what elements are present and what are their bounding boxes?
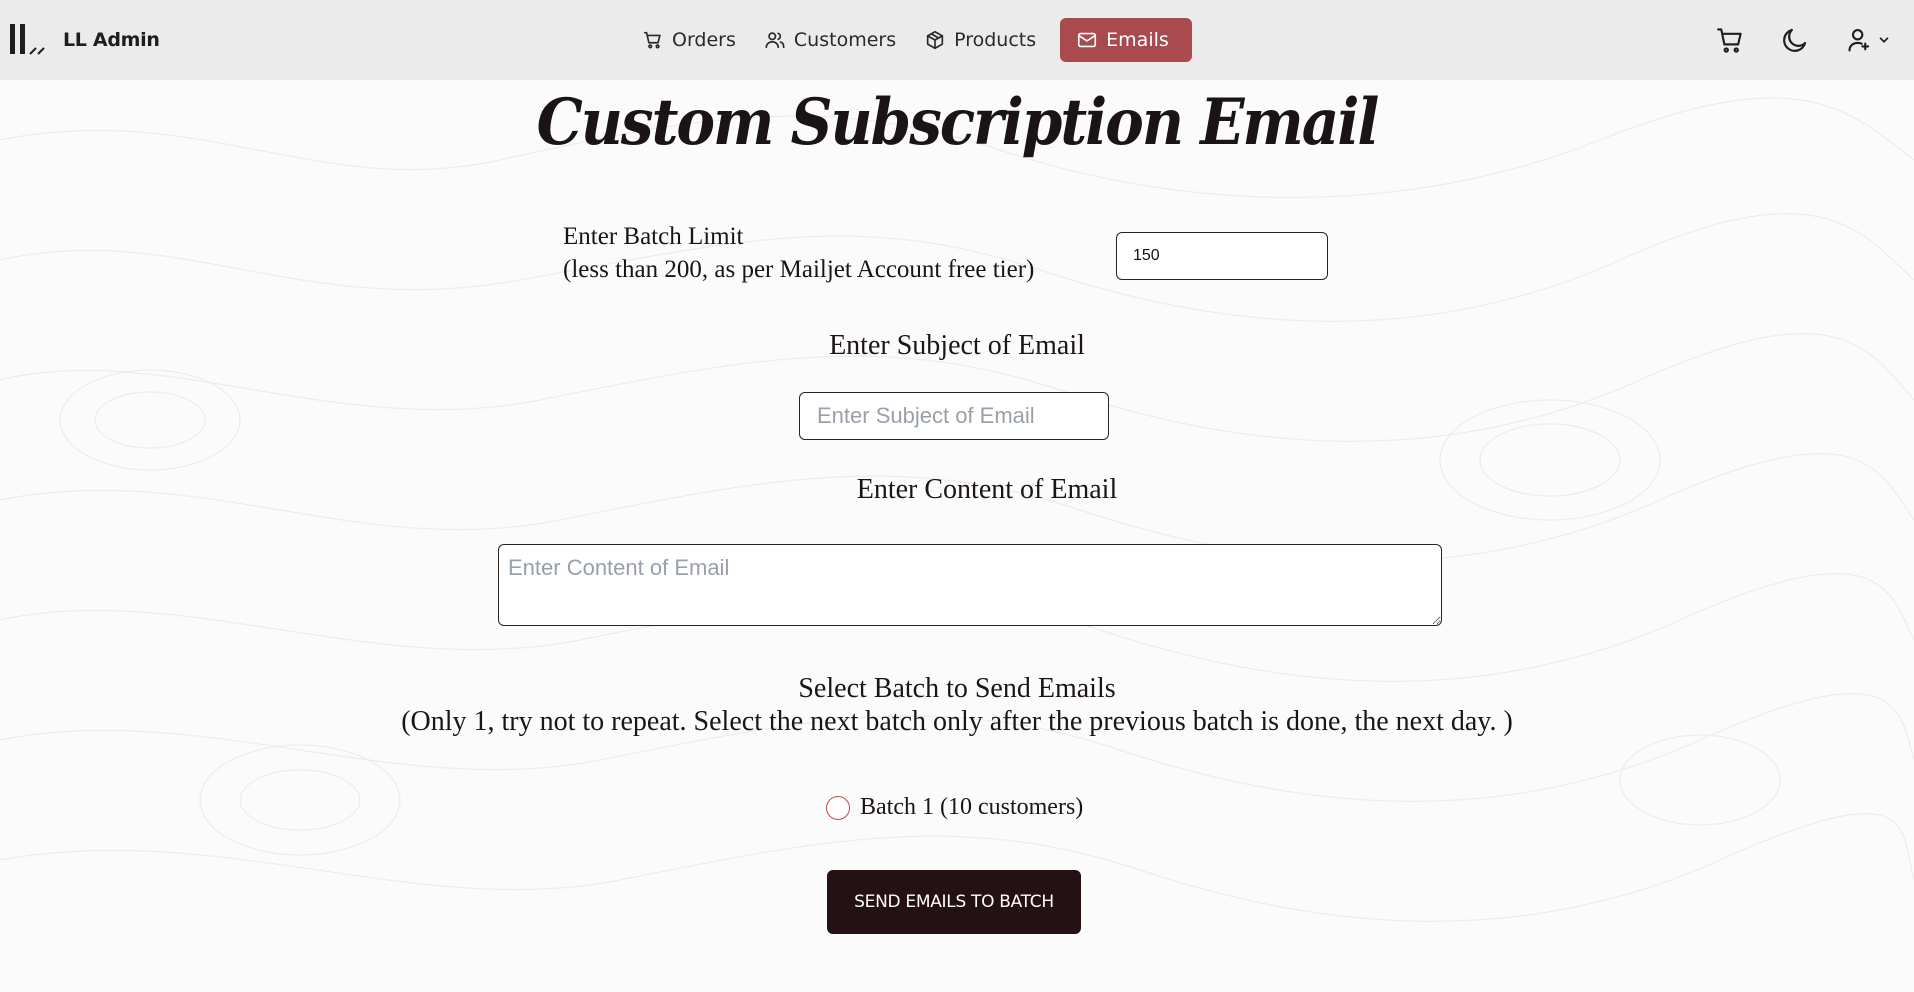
- subject-label: Enter Subject of Email: [829, 330, 1085, 361]
- nav-emails[interactable]: Emails: [1060, 18, 1192, 62]
- batch-radio-label: Batch 1 (10 customers): [860, 794, 1084, 820]
- subject-input[interactable]: [799, 392, 1109, 440]
- batch-limit-input[interactable]: [1116, 232, 1328, 280]
- content-label: Enter Content of Email: [856, 474, 1118, 505]
- page-title: Custom Subscription Email: [536, 84, 1380, 160]
- nav-customers-label: Customers: [793, 29, 897, 51]
- content-textarea[interactable]: [498, 544, 1442, 626]
- batch-radio-option[interactable]: Batch 1 (10 customers): [826, 794, 1083, 821]
- box-icon: [926, 30, 944, 50]
- nav-customers[interactable]: Customers: [752, 18, 908, 62]
- top-navbar: LL Admin Orders Customers Products Email…: [0, 0, 1914, 80]
- batch-select-label-line1: Select Batch to Send Emails: [798, 673, 1116, 704]
- batch-limit-label-line2: (less than 200, as per Mailjet Account f…: [563, 256, 1035, 283]
- nav-products[interactable]: Products: [912, 18, 1048, 62]
- brand[interactable]: LL Admin: [10, 22, 160, 58]
- nav-orders[interactable]: Orders: [630, 18, 748, 62]
- email-form-page: Custom Subscription Email Enter Batch Li…: [0, 80, 1914, 992]
- navbar-actions: [1685, 20, 1896, 60]
- batch-limit-label: Enter Batch Limit (less than 200, as per…: [563, 220, 1034, 286]
- cart-icon: [643, 31, 661, 49]
- nav-orders-label: Orders: [672, 29, 736, 51]
- cart-icon: [1717, 28, 1742, 53]
- user-menu-button[interactable]: [1840, 20, 1896, 60]
- users-icon: [765, 32, 785, 49]
- batch-limit-label-line1: Enter Batch Limit: [563, 223, 744, 250]
- ll-logo-icon: [10, 24, 45, 55]
- mail-icon: [1078, 32, 1097, 48]
- chevron-down-icon: [1879, 37, 1888, 43]
- batch-select-label-line2: (Only 1, try not to repeat. Select the n…: [401, 706, 1513, 737]
- user-settings-icon: [1847, 29, 1869, 52]
- brand-name: LL Admin: [63, 29, 160, 51]
- nav-products-label: Products: [954, 29, 1037, 51]
- nav-emails-label: Emails: [1106, 29, 1169, 51]
- send-emails-button[interactable]: SEND EMAILS TO BATCH: [827, 870, 1081, 934]
- batch-select-label: Select Batch to Send Emails (Only 1, try…: [0, 672, 1914, 738]
- main-nav: Orders Customers Products Emails: [630, 18, 1196, 62]
- moon-icon: [1783, 28, 1807, 52]
- theme-toggle-button[interactable]: [1775, 20, 1815, 60]
- cart-button[interactable]: [1710, 20, 1750, 60]
- batch-radio-button[interactable]: [826, 795, 850, 820]
